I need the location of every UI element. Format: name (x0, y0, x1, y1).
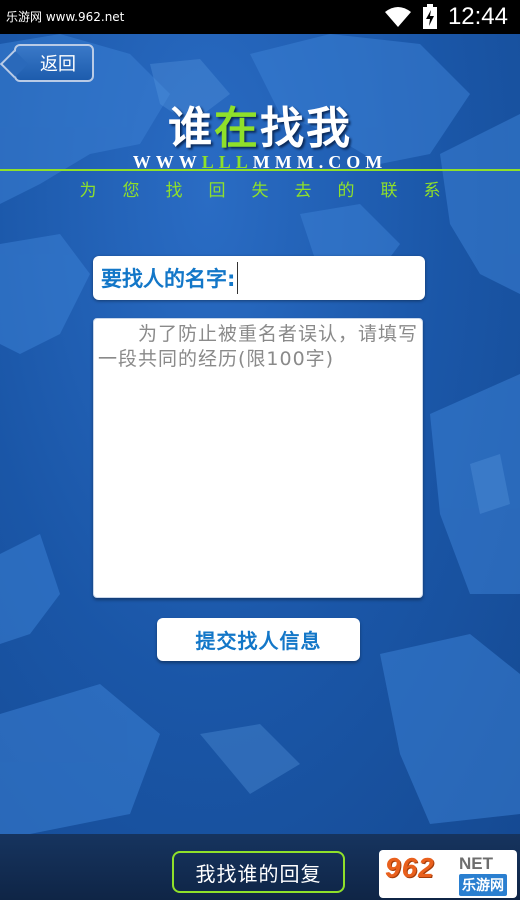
name-label: 要找人的名字: (101, 267, 236, 291)
logo-char-rest: 找我 (260, 103, 352, 154)
my-replies-button[interactable]: 我找谁的回复 (172, 851, 345, 893)
watermark-text: 乐游网 www.962.net (4, 8, 127, 25)
slogan: 为您找回失去的联系 (79, 181, 467, 201)
clock: 12:44 (447, 3, 508, 30)
name-input[interactable] (237, 262, 393, 294)
watermark-number: 962 (385, 852, 435, 883)
watermark-cn: 乐游网 (459, 874, 507, 896)
watermark-logo: 962 NET 乐游网 (379, 850, 517, 898)
logo-char-green: 在 (214, 103, 260, 154)
experience-textarea[interactable]: 为了防止被重名者误认，请填写一段共同的经历(限100字) (93, 318, 423, 598)
watermark-suffix: NET (459, 854, 493, 873)
status-bar: 乐游网 www.962.net 12:44 (0, 0, 520, 34)
back-button[interactable]: 返回 (14, 44, 94, 82)
logo-char-1: 谁 (168, 103, 214, 154)
logo-title: 谁在找我 (0, 92, 520, 156)
battery-icon (422, 4, 437, 29)
submit-button[interactable]: 提交找人信息 (157, 618, 360, 661)
app-logo: 谁在找我 WWWLLLMMM.COM (0, 92, 520, 173)
name-field[interactable]: 要找人的名字: (93, 256, 425, 300)
divider-line (0, 169, 520, 171)
back-label: 返回 (40, 54, 76, 75)
wifi-icon (384, 7, 411, 27)
